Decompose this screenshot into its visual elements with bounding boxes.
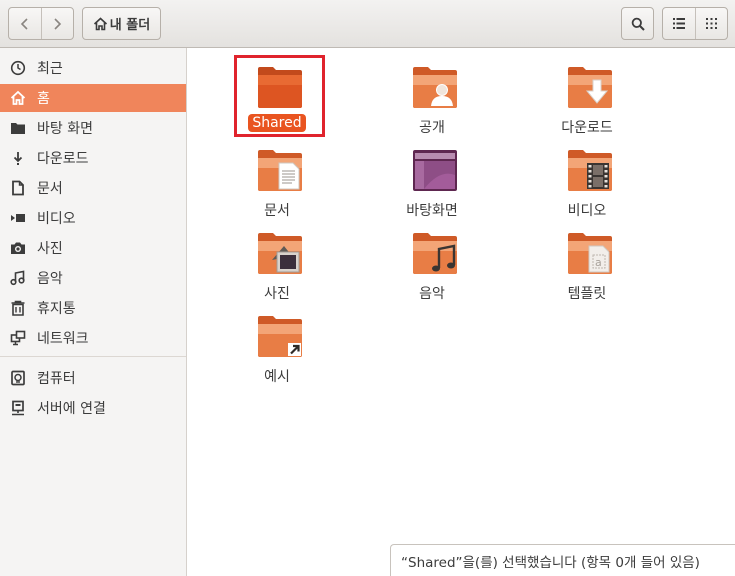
trash-icon: [10, 300, 26, 316]
pictures-folder-icon: [258, 233, 302, 274]
sidebar-item-computer[interactable]: 컴퓨터: [0, 364, 186, 392]
sidebar-item-documents[interactable]: 문서: [0, 174, 186, 202]
sidebar-item-downloads[interactable]: 다운로드: [0, 144, 186, 172]
videos-folder-icon: [568, 150, 612, 191]
examples-folder-icon: [258, 316, 302, 357]
documents-folder-icon: [258, 150, 302, 191]
folder-tile-public[interactable]: 공개: [377, 66, 487, 146]
status-bar: “Shared”을(를) 선택했습니다 (항목 0개 들어 있음): [390, 544, 735, 576]
downloads-folder-icon: [568, 67, 612, 108]
svg-text:a: a: [595, 256, 602, 269]
navigation-buttons: [8, 7, 74, 40]
view-mode-buttons: [662, 7, 728, 40]
sidebar-item-pictures[interactable]: 사진: [0, 234, 186, 262]
location-label: 내 폴더: [109, 18, 151, 33]
home-icon: [10, 90, 26, 106]
home-icon: [93, 16, 107, 30]
folder-tile-music[interactable]: 음악: [377, 232, 487, 312]
search-icon: [631, 17, 645, 31]
chevron-left-icon: [20, 17, 28, 30]
folder-label: 템플릿: [567, 286, 607, 302]
sidebar-item-videos[interactable]: 비디오: [0, 204, 186, 232]
grid-view-icon: [705, 18, 717, 29]
sidebar-item-label: 휴지통: [37, 301, 76, 317]
music-icon: [10, 270, 26, 286]
sidebar-item-connect-server[interactable]: 서버에 연결: [0, 394, 186, 422]
folder-tile-templates[interactable]: a 템플릿: [532, 232, 642, 312]
sidebar-item-label: 사진: [37, 241, 63, 257]
folder-label: 비디오: [567, 203, 607, 219]
folder-icon: [10, 120, 26, 136]
sidebar-item-label: 서버에 연결: [37, 401, 106, 417]
sidebar-item-label: 음악: [37, 271, 63, 287]
forward-button[interactable]: [41, 8, 73, 39]
list-view-button[interactable]: [663, 8, 695, 39]
sidebar-item-label: 문서: [37, 181, 63, 197]
sidebar-divider: [0, 356, 186, 357]
sidebar-item-music[interactable]: 음악: [0, 264, 186, 292]
sidebar-item-label: 홈: [37, 91, 50, 107]
folder-tile-pictures[interactable]: 사진: [222, 232, 332, 312]
download-icon: [10, 150, 26, 166]
video-icon: [10, 210, 26, 226]
music-folder-icon: [413, 233, 457, 274]
back-button[interactable]: [9, 8, 41, 39]
sidebar-item-label: 비디오: [37, 211, 76, 227]
sidebar-item-recent[interactable]: 최근: [0, 54, 186, 82]
sidebar-item-label: 네트워크: [37, 331, 89, 347]
sidebar-item-trash[interactable]: 휴지통: [0, 294, 186, 322]
computer-icon: [10, 370, 26, 386]
location-home-button[interactable]: 내 폴더: [82, 7, 161, 40]
chevron-right-icon: [54, 17, 62, 30]
list-view-icon: [672, 18, 685, 29]
folder-tile-videos[interactable]: 비디오: [532, 149, 642, 229]
sidebar-item-label: 컴퓨터: [37, 371, 76, 387]
selection-highlight-box: [234, 55, 325, 137]
folder-label: 예시: [264, 369, 290, 385]
sidebar-item-desktop[interactable]: 바탕 화면: [0, 114, 186, 142]
folder-label: 사진: [264, 286, 290, 302]
folder-label: 바탕화면: [406, 203, 458, 219]
server-icon: [10, 400, 26, 416]
grid-view-button[interactable]: [695, 8, 727, 39]
header-bar: 내 폴더: [0, 0, 735, 48]
folder-label: 다운로드: [561, 120, 613, 136]
status-text: “Shared”을(를) 선택했습니다 (항목 0개 들어 있음): [401, 554, 700, 571]
folder-label: 공개: [419, 120, 445, 136]
folder-tile-desktop[interactable]: 바탕화면: [377, 149, 487, 229]
desktop-folder-icon: [413, 150, 457, 191]
folder-tile-examples[interactable]: 예시: [222, 315, 332, 395]
network-icon: [10, 330, 26, 346]
sidebar: 최근 홈 바탕 화면 다운로드 문서 비디오 사진 음악 휴지통 네트워크 컴퓨…: [0, 48, 187, 576]
folder-label: 문서: [264, 203, 290, 219]
folder-label: 음악: [419, 286, 445, 302]
sidebar-item-network[interactable]: 네트워크: [0, 324, 186, 352]
public-folder-icon: [413, 67, 457, 108]
templates-folder-icon: a: [568, 233, 612, 274]
clock-icon: [10, 60, 26, 76]
sidebar-item-label: 다운로드: [37, 151, 89, 167]
document-icon: [10, 180, 26, 196]
folder-tile-documents[interactable]: 문서: [222, 149, 332, 229]
sidebar-item-home[interactable]: 홈: [0, 84, 186, 112]
sidebar-item-label: 최근: [37, 61, 63, 77]
folder-tile-downloads[interactable]: 다운로드: [532, 66, 642, 146]
sidebar-item-label: 바탕 화면: [37, 121, 93, 137]
camera-icon: [10, 240, 26, 256]
search-button[interactable]: [621, 7, 654, 40]
